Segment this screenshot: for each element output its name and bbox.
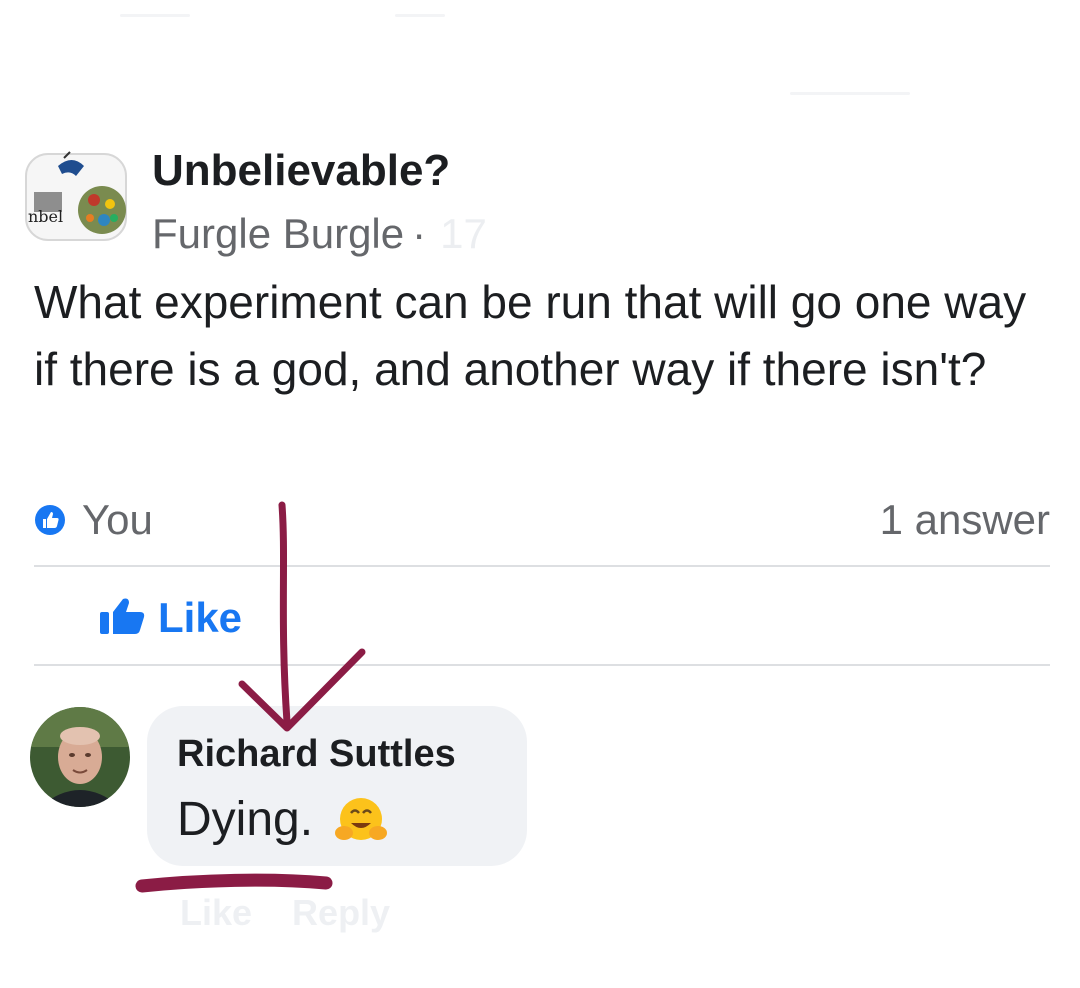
comment-text: Dying. — [177, 792, 391, 848]
commenter-avatar[interactable] — [30, 707, 130, 807]
top-faint-line-3 — [790, 92, 910, 95]
answers-count[interactable]: 1 answer — [880, 492, 1050, 548]
annotation-underline — [135, 873, 333, 893]
reactions-label: You — [82, 496, 153, 543]
comment-actions: Like Reply — [180, 892, 430, 934]
comment-author[interactable]: Richard Suttles — [177, 732, 456, 776]
reactions-summary[interactable]: You — [34, 492, 153, 548]
like-button[interactable]: Like — [98, 590, 242, 646]
group-name[interactable]: Unbelievable? — [152, 143, 450, 199]
annotation-arrow-shaft — [278, 501, 291, 726]
like-button-label: Like — [158, 594, 243, 641]
comment-reply-link[interactable]: Reply — [292, 892, 390, 933]
group-avatar-text: nbel — [28, 207, 63, 226]
group-avatar[interactable]: nbel — [24, 148, 128, 244]
hugging-face-icon — [331, 795, 391, 845]
top-faint-line-2 — [395, 14, 445, 17]
divider-bottom — [34, 664, 1050, 666]
like-reaction-icon — [34, 504, 66, 536]
comment-like-link[interactable]: Like — [180, 892, 252, 933]
post-author[interactable]: Furgle Burgle — [152, 210, 404, 257]
post-body: What experiment can be run that will go … — [34, 276, 1027, 395]
post-meta: Furgle Burgle · 17 — [152, 207, 487, 261]
comment-bubble: Richard Suttles Dying. — [147, 706, 527, 866]
top-faint-line-1 — [120, 14, 190, 17]
thumbs-up-icon — [98, 596, 150, 641]
comment-text-value: Dying. — [177, 793, 314, 846]
meta-separator: · — [412, 210, 427, 257]
post-time[interactable]: 17 — [440, 210, 487, 257]
divider-top — [34, 565, 1050, 567]
